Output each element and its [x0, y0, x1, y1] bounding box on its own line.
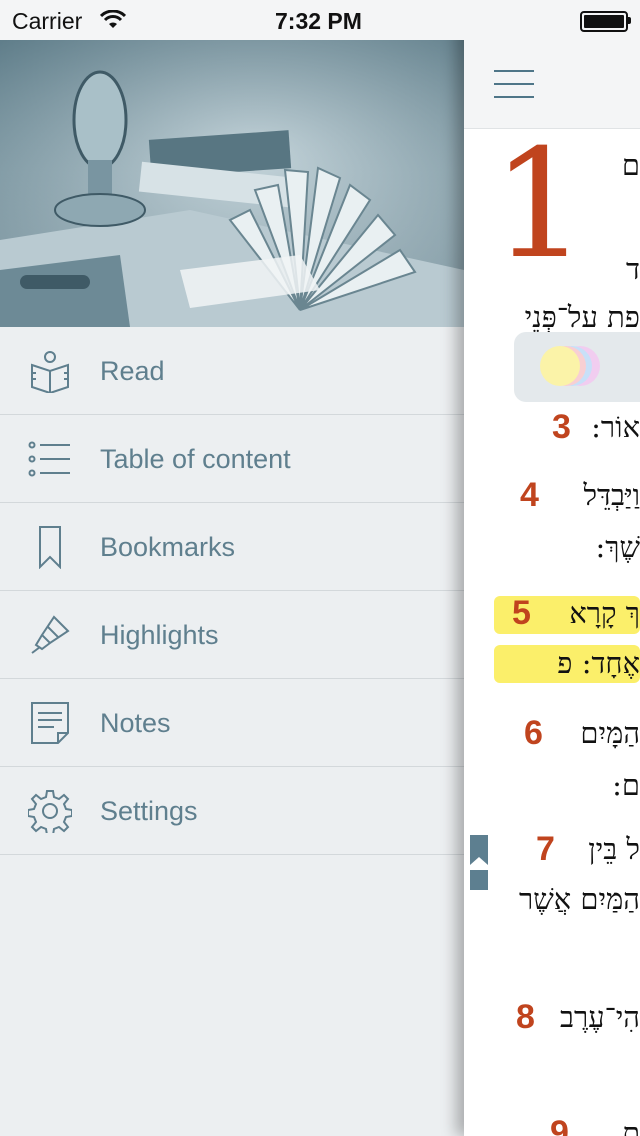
- menu-item-highlights[interactable]: Highlights: [0, 591, 464, 679]
- menu-list: Read Table of content Bookmarks Highligh…: [0, 327, 464, 855]
- verse-number: 7: [536, 830, 555, 868]
- verse-text: וַיַּבְדֵּל: [583, 478, 640, 512]
- verse-text: אֶחָד: פ: [557, 646, 640, 680]
- verse-number: 9: [550, 1114, 569, 1136]
- gear-icon: [28, 790, 72, 833]
- menu-item-label: Settings: [100, 796, 198, 826]
- battery-tip: [628, 17, 631, 24]
- verse-text: הַמָּיִם: [580, 716, 640, 750]
- verse-text: ם:: [612, 768, 640, 802]
- verse-number: 5: [512, 594, 531, 632]
- hamburger-menu-icon[interactable]: [494, 70, 534, 98]
- menu-item-bookmarks[interactable]: Bookmarks: [0, 503, 464, 591]
- carrier-label: Carrier: [12, 8, 83, 34]
- verse-number: 3: [552, 408, 571, 446]
- status-bar: Carrier 7:32 PM: [0, 0, 464, 40]
- book-reader-icon: [31, 351, 69, 393]
- verse-text: פת על־פְּנֵי: [524, 300, 640, 334]
- menu-item-settings[interactable]: Settings: [0, 767, 464, 855]
- verse-text: ד: [626, 252, 640, 286]
- verse-text: אוֹר:: [591, 410, 640, 444]
- menu-item-label: Notes: [100, 708, 171, 738]
- reader-nav-bar: [464, 40, 640, 129]
- note-icon: [31, 702, 69, 744]
- bookmark-icon: [39, 526, 61, 569]
- verse-text: הִי־עֶרֶב: [559, 1000, 640, 1034]
- menu-item-label: Bookmarks: [100, 532, 236, 562]
- verse-number: 8: [516, 998, 535, 1036]
- menu-item-notes[interactable]: Notes: [0, 679, 464, 767]
- verse-text: ךְ קָרָא: [569, 596, 640, 630]
- menu-item-read[interactable]: Read: [0, 327, 464, 415]
- verse-number: 6: [524, 714, 543, 752]
- side-menu: Read Table of content Bookmarks Highligh…: [0, 0, 464, 1136]
- reader-panel[interactable]: 1 ם ד פת על־פְּנֵי אוֹר: 3 וַיַּבְדֵּל 4…: [464, 0, 640, 1136]
- verse-text: ם: [621, 148, 640, 182]
- status-bar-right: [464, 0, 640, 40]
- highlight-color-picker[interactable]: [514, 332, 640, 402]
- header-image: [0, 40, 464, 327]
- verse-text: ל בֵּין: [588, 832, 640, 866]
- clock: 7:32 PM: [275, 8, 362, 34]
- menu-item-table-of-content[interactable]: Table of content: [0, 415, 464, 503]
- highlighter-icon: [31, 615, 70, 654]
- bookmark-marker-icon[interactable]: [470, 835, 488, 865]
- wifi-icon: [100, 10, 126, 28]
- verse-number: 4: [520, 476, 539, 514]
- color-swatch-yellow[interactable]: [540, 346, 580, 386]
- menu-item-label: Read: [100, 356, 165, 386]
- verse-text: הַמַּיִם אֲשֶׁר: [519, 882, 640, 916]
- menu-item-label: Table of content: [100, 444, 291, 474]
- verse-text: שֶׁךְ:: [595, 530, 640, 564]
- chapter-number: 1: [492, 118, 588, 292]
- battery-icon: [580, 11, 628, 32]
- verse-text: ת: [622, 1116, 640, 1136]
- list-icon: [28, 441, 70, 477]
- menu-item-label: Highlights: [100, 620, 219, 650]
- note-marker-icon[interactable]: [470, 870, 488, 890]
